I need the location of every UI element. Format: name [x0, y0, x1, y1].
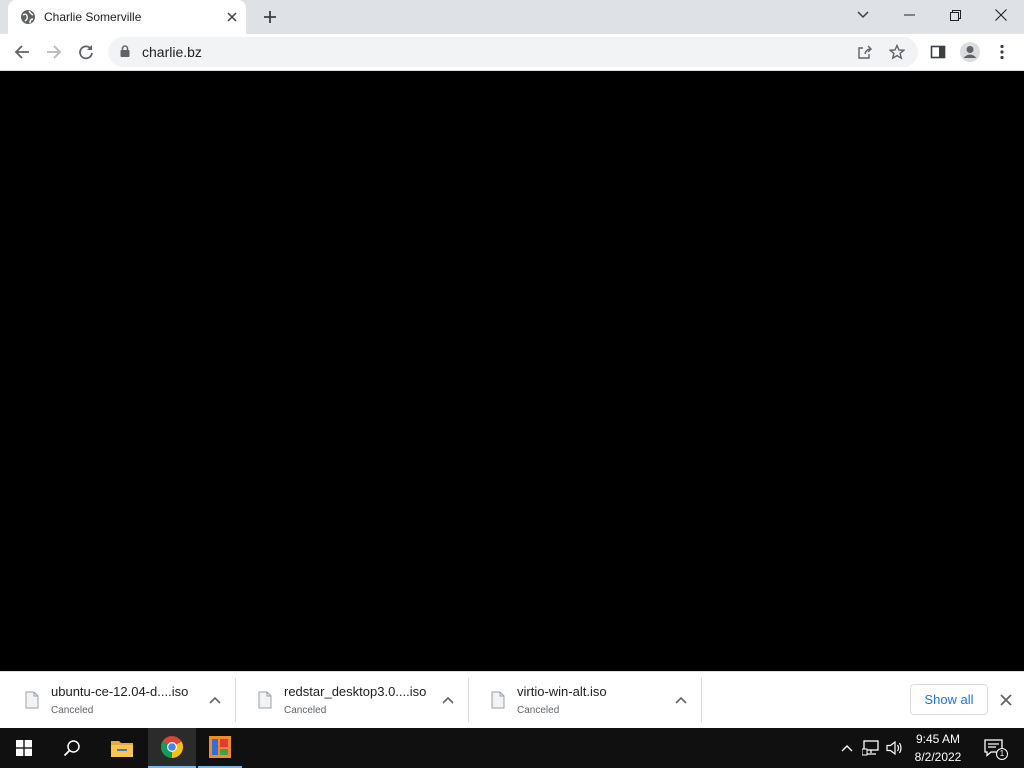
taskbar: 9:45 AM 8/2/2022 1 [0, 728, 1024, 768]
download-shelf: ubuntu-ce-12.04-d....iso Canceled redsta… [0, 671, 1024, 728]
file-icon [258, 691, 272, 709]
network-icon[interactable] [861, 738, 881, 758]
bookmark-star-icon[interactable] [886, 41, 908, 63]
address-bar[interactable]: charlie.bz [108, 37, 918, 67]
download-filename: ubuntu-ce-12.04-d....iso [51, 684, 189, 699]
share-icon[interactable] [854, 41, 876, 63]
tab-search-icon[interactable] [840, 0, 886, 30]
page-content[interactable] [0, 71, 1024, 671]
chevron-up-icon[interactable] [673, 692, 689, 708]
chrome-icon[interactable] [148, 728, 196, 768]
tab-close-icon[interactable] [224, 9, 240, 25]
back-icon[interactable] [8, 38, 36, 66]
forward-icon[interactable] [40, 38, 68, 66]
lock-icon[interactable] [120, 44, 130, 60]
tab-title: Charlie Somerville [44, 10, 142, 24]
file-icon [25, 691, 39, 709]
profile-avatar-icon[interactable] [956, 38, 984, 66]
show-all-button[interactable]: Show all [910, 684, 988, 715]
download-filename: redstar_desktop3.0....iso [284, 684, 427, 699]
side-panel-icon[interactable] [924, 38, 952, 66]
download-status: Canceled [51, 705, 94, 716]
url-text[interactable]: charlie.bz [142, 44, 202, 60]
clock-time: 9:45 AM [915, 732, 961, 746]
volume-icon[interactable] [885, 738, 905, 758]
new-tab-button[interactable] [258, 6, 282, 28]
download-status: Canceled [517, 705, 560, 716]
minimize-icon[interactable] [886, 0, 932, 30]
download-item[interactable]: redstar_desktop3.0....iso Canceled [236, 678, 469, 722]
close-icon[interactable] [978, 0, 1024, 30]
download-item[interactable]: ubuntu-ce-12.04-d....iso Canceled [3, 678, 236, 722]
download-filename: virtio-win-alt.iso [517, 684, 607, 699]
chevron-up-icon[interactable] [837, 738, 857, 758]
system-clock[interactable]: 9:45 AM 8/2/2022 [908, 730, 968, 766]
app-icon[interactable] [198, 728, 242, 768]
globe-icon [20, 9, 36, 25]
tab-strip: Charlie Somerville [0, 0, 1024, 34]
browser-tab[interactable]: Charlie Somerville [8, 0, 246, 34]
start-icon[interactable] [0, 728, 48, 768]
browser-toolbar: charlie.bz [0, 34, 1024, 71]
notification-center-icon[interactable]: 1 [982, 738, 1008, 760]
file-icon [491, 691, 505, 709]
download-item[interactable]: virtio-win-alt.iso Canceled [469, 678, 702, 722]
clock-date: 8/2/2022 [914, 750, 962, 764]
close-shelf-icon[interactable] [996, 690, 1016, 710]
file-explorer-icon[interactable] [98, 728, 146, 768]
download-status: Canceled [284, 705, 327, 716]
restore-icon[interactable] [932, 0, 978, 30]
chevron-up-icon[interactable] [207, 692, 223, 708]
notification-badge: 1 [996, 748, 1008, 760]
menu-kebab-icon[interactable] [988, 38, 1016, 66]
chevron-up-icon[interactable] [440, 692, 456, 708]
search-icon[interactable] [48, 728, 96, 768]
reload-icon[interactable] [72, 38, 100, 66]
